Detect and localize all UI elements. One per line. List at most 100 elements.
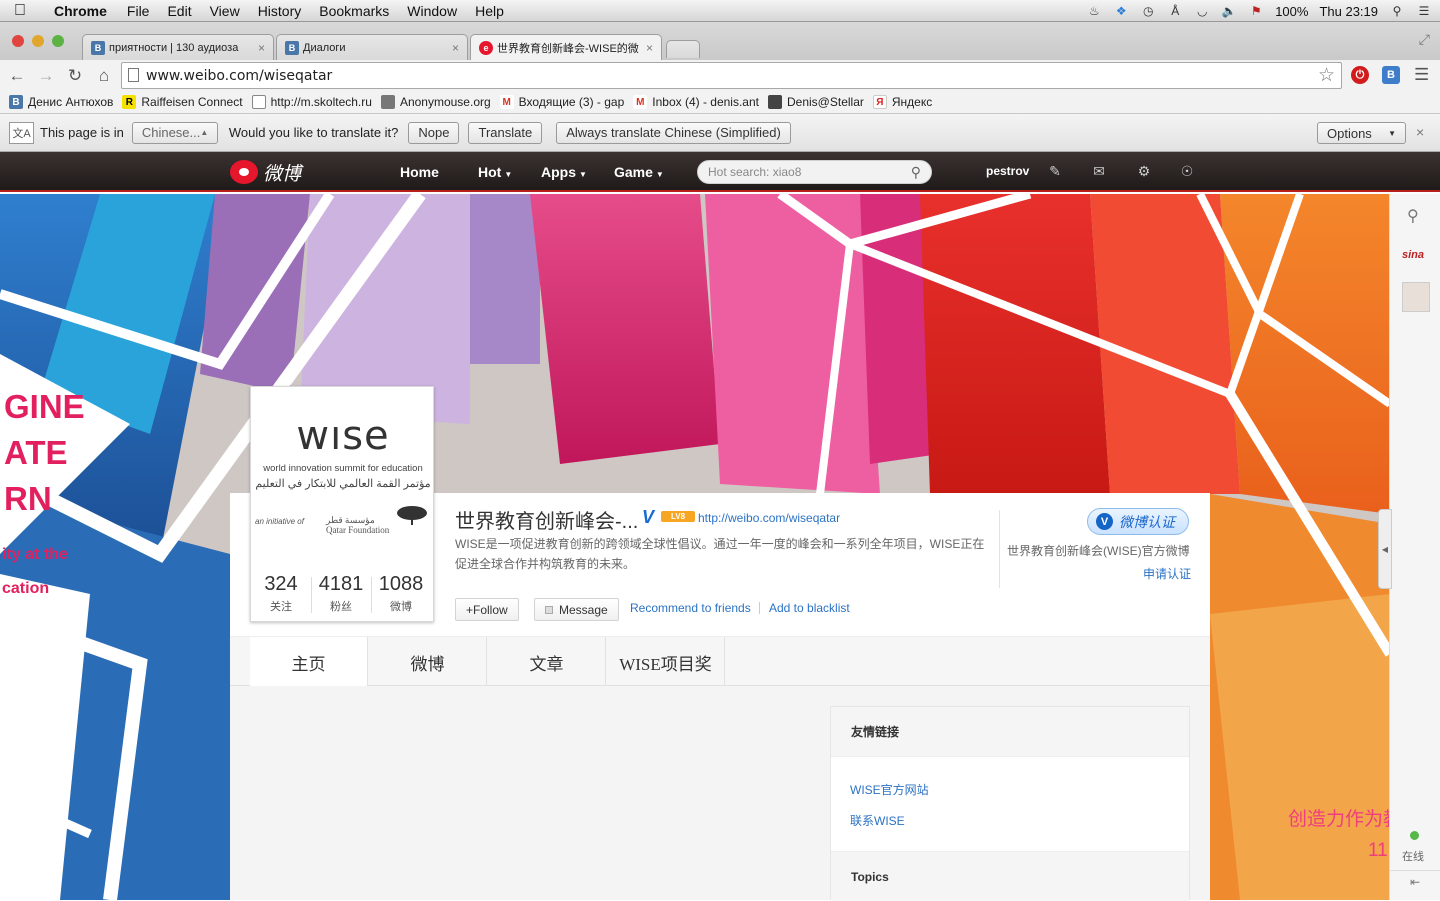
- menu-help[interactable]: Help: [466, 3, 513, 19]
- weibo-certification-badge[interactable]: V 微博认证: [1087, 508, 1189, 535]
- translate-close-icon[interactable]: ×: [1416, 124, 1424, 140]
- tab-dialogs[interactable]: B Диалоги ×: [276, 34, 468, 60]
- verified-v-icon[interactable]: V: [642, 507, 654, 528]
- forward-icon[interactable]: →: [34, 66, 58, 86]
- menu-history[interactable]: History: [249, 3, 311, 19]
- vk-favicon-icon: B: [285, 40, 299, 55]
- stat-followers[interactable]: 4181 粉丝: [311, 573, 371, 614]
- bluetooth-icon[interactable]: Å: [1167, 4, 1183, 18]
- stat-followers-count: 4181: [318, 573, 364, 595]
- nav-apps[interactable]: Apps ▼: [541, 164, 587, 180]
- profile-url-link[interactable]: http://weibo.com/wiseqatar: [698, 511, 840, 525]
- tab-wise-awards[interactable]: WISE项目奖: [607, 637, 725, 687]
- blacklist-link[interactable]: Add to blacklist: [769, 601, 850, 615]
- address-bar[interactable]: www.weibo.com/wiseqatar ☆: [121, 62, 1342, 89]
- minimize-window-button[interactable]: [32, 35, 44, 47]
- collapse-sidebar-icon[interactable]: ⇤: [1390, 870, 1440, 892]
- tab-articles[interactable]: 文章: [488, 637, 606, 687]
- chrome-menu-icon[interactable]: ☰: [1414, 65, 1429, 85]
- notification-center-icon[interactable]: ☰: [1416, 4, 1432, 18]
- reload-icon[interactable]: ↻: [63, 66, 87, 86]
- bulb-icon[interactable]: ☉: [1179, 163, 1195, 179]
- sina-logo-icon[interactable]: sina: [1402, 249, 1424, 261]
- tab-close-icon[interactable]: ×: [452, 41, 459, 55]
- nope-button[interactable]: Nope: [408, 121, 460, 144]
- tab-weibo[interactable]: 微博: [369, 637, 487, 687]
- yandex-favicon-icon: Я: [872, 95, 887, 109]
- message-button[interactable]: Message: [534, 598, 619, 621]
- bookmark-item[interactable]: http://m.skoltech.ru: [251, 95, 372, 109]
- menu-edit[interactable]: Edit: [158, 3, 200, 19]
- back-icon[interactable]: ←: [5, 66, 29, 86]
- friend-link-item[interactable]: WISE官方网站: [850, 781, 929, 798]
- time-machine-icon[interactable]: ◷: [1140, 4, 1156, 18]
- bookmark-item[interactable]: R Raiffeisen Connect: [122, 95, 243, 109]
- stat-weibo[interactable]: 1088 微博: [371, 573, 431, 614]
- battery-percent[interactable]: 100%: [1275, 4, 1308, 19]
- volume-icon[interactable]: 🔈: [1221, 4, 1237, 18]
- search-icon[interactable]: ⚲: [1407, 206, 1419, 226]
- language-select[interactable]: Chinese... ▲: [131, 121, 218, 144]
- translate-button[interactable]: Translate: [468, 121, 543, 144]
- clock[interactable]: Thu 23:19: [1319, 4, 1378, 19]
- bookmark-star-icon[interactable]: ☆: [1318, 64, 1335, 86]
- weibo-search-input[interactable]: Hot search: xiao8 ⚲: [697, 160, 932, 184]
- online-label[interactable]: 在线: [1402, 848, 1424, 864]
- options-dropdown[interactable]: Options ▼: [1317, 122, 1406, 144]
- nav-home[interactable]: Home: [400, 164, 439, 180]
- bookmark-label: Inbox (4) - denis.ant: [652, 95, 759, 109]
- bookmark-item[interactable]: Anonymouse.org: [380, 95, 491, 109]
- tab-home[interactable]: 主页: [250, 637, 368, 688]
- address-url[interactable]: www.weibo.com/wiseqatar: [146, 68, 332, 84]
- bookmark-item[interactable]: Denis@Stellar: [768, 95, 864, 109]
- friend-links-panel: 友情链接 WISE官方网站 联系WISE Topics: [830, 706, 1190, 901]
- menu-file[interactable]: File: [118, 3, 159, 19]
- bookmark-item[interactable]: M Входящие (3) - gap: [499, 95, 624, 109]
- caret-down-icon: ▼: [504, 170, 513, 179]
- search-icon[interactable]: ⚲: [911, 164, 921, 181]
- tab-close-icon[interactable]: ×: [258, 41, 265, 55]
- compose-icon[interactable]: ✎: [1047, 163, 1063, 179]
- wifi-icon[interactable]: ◡: [1194, 4, 1210, 18]
- stat-following[interactable]: 324 关注: [251, 573, 311, 614]
- avatar[interactable]: [1402, 282, 1430, 312]
- menubar-app-name[interactable]: Chrome: [40, 3, 118, 19]
- b-extension-icon[interactable]: B: [1382, 66, 1400, 84]
- always-translate-button[interactable]: Always translate Chinese (Simplified): [556, 121, 791, 144]
- notification-icon[interactable]: ♨: [1086, 4, 1102, 18]
- nav-game[interactable]: Game ▼: [614, 164, 664, 180]
- spotlight-icon[interactable]: ⚲: [1389, 4, 1405, 18]
- apple-menu-icon[interactable]: : [0, 2, 40, 20]
- tab-close-icon[interactable]: ×: [646, 41, 653, 55]
- follow-button[interactable]: +Follow: [455, 598, 519, 621]
- fullscreen-icon[interactable]: ⤢: [1419, 31, 1430, 48]
- nav-game-label: Game: [614, 164, 653, 180]
- new-tab-button[interactable]: [666, 40, 700, 58]
- mail-icon[interactable]: ✉: [1091, 163, 1107, 179]
- tab-vk-audio[interactable]: B приятности | 130 аудиоза ×: [82, 34, 274, 60]
- wise-logo-text: wıse: [296, 413, 390, 459]
- settings-gear-icon[interactable]: ⚙: [1136, 163, 1152, 179]
- zoom-window-button[interactable]: [52, 35, 64, 47]
- apply-certification-link[interactable]: 申请认证: [1143, 565, 1191, 582]
- weibo-logo[interactable]: 微博: [230, 158, 301, 186]
- friend-link-item[interactable]: 联系WISE: [850, 812, 905, 829]
- recommend-link[interactable]: Recommend to friends: [630, 601, 751, 615]
- nav-hot[interactable]: Hot ▼: [478, 164, 512, 180]
- bookmark-item[interactable]: M Inbox (4) - denis.ant: [633, 95, 759, 109]
- tab-weibo-wise[interactable]: e 世界教育创新峰会-WISE的微 ×: [470, 34, 662, 60]
- username-link[interactable]: pestrov: [986, 164, 1029, 178]
- close-window-button[interactable]: [12, 35, 24, 47]
- home-icon[interactable]: ⌂: [92, 66, 116, 86]
- flag-icon[interactable]: ⚑: [1248, 4, 1264, 18]
- adblock-extension-icon[interactable]: ⏻: [1351, 66, 1369, 84]
- menu-bookmarks[interactable]: Bookmarks: [310, 3, 398, 19]
- bookmark-item[interactable]: Я Яндекс: [872, 95, 932, 109]
- menu-view[interactable]: View: [201, 3, 249, 19]
- expand-arrow-icon[interactable]: ◀: [1378, 509, 1392, 589]
- level-badge[interactable]: LV8: [661, 511, 695, 522]
- dropbox-icon[interactable]: ❖: [1113, 4, 1129, 18]
- bookmark-item[interactable]: B Денис Антюхов: [9, 95, 113, 109]
- browser-toolbar: ← → ↻ ⌂ www.weibo.com/wiseqatar ☆ ⏻ B ☰: [0, 60, 1440, 91]
- menu-window[interactable]: Window: [398, 3, 466, 19]
